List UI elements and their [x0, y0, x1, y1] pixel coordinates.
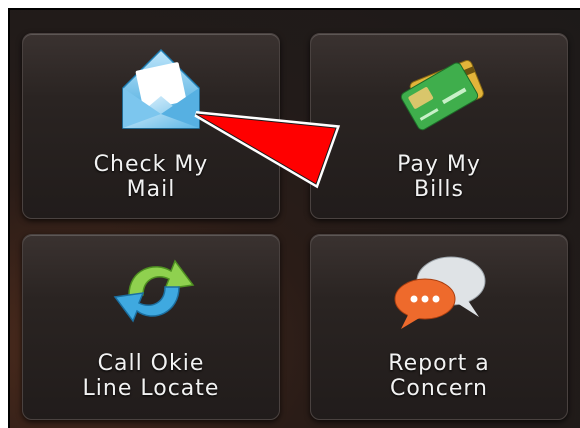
report-a-concern-button[interactable]: Report a Concern [310, 234, 568, 420]
check-my-mail-label: Check My Mail [93, 152, 209, 202]
credit-cards-icon [400, 60, 484, 131]
call-okie-line-locate-label: Call Okie Line Locate [82, 351, 220, 401]
pay-my-bills-button[interactable]: Pay My Bills [310, 33, 568, 219]
pay-my-bills-label: Pay My Bills [397, 152, 481, 202]
envelope-icon [122, 48, 200, 129]
report-a-concern-label: Report a Concern [388, 351, 490, 401]
recycle-arrows-icon [113, 259, 195, 323]
speech-bubbles-icon [394, 256, 486, 329]
check-my-mail-button[interactable]: Check My Mail [22, 33, 280, 219]
call-okie-line-locate-button[interactable]: Call Okie Line Locate [22, 234, 280, 420]
